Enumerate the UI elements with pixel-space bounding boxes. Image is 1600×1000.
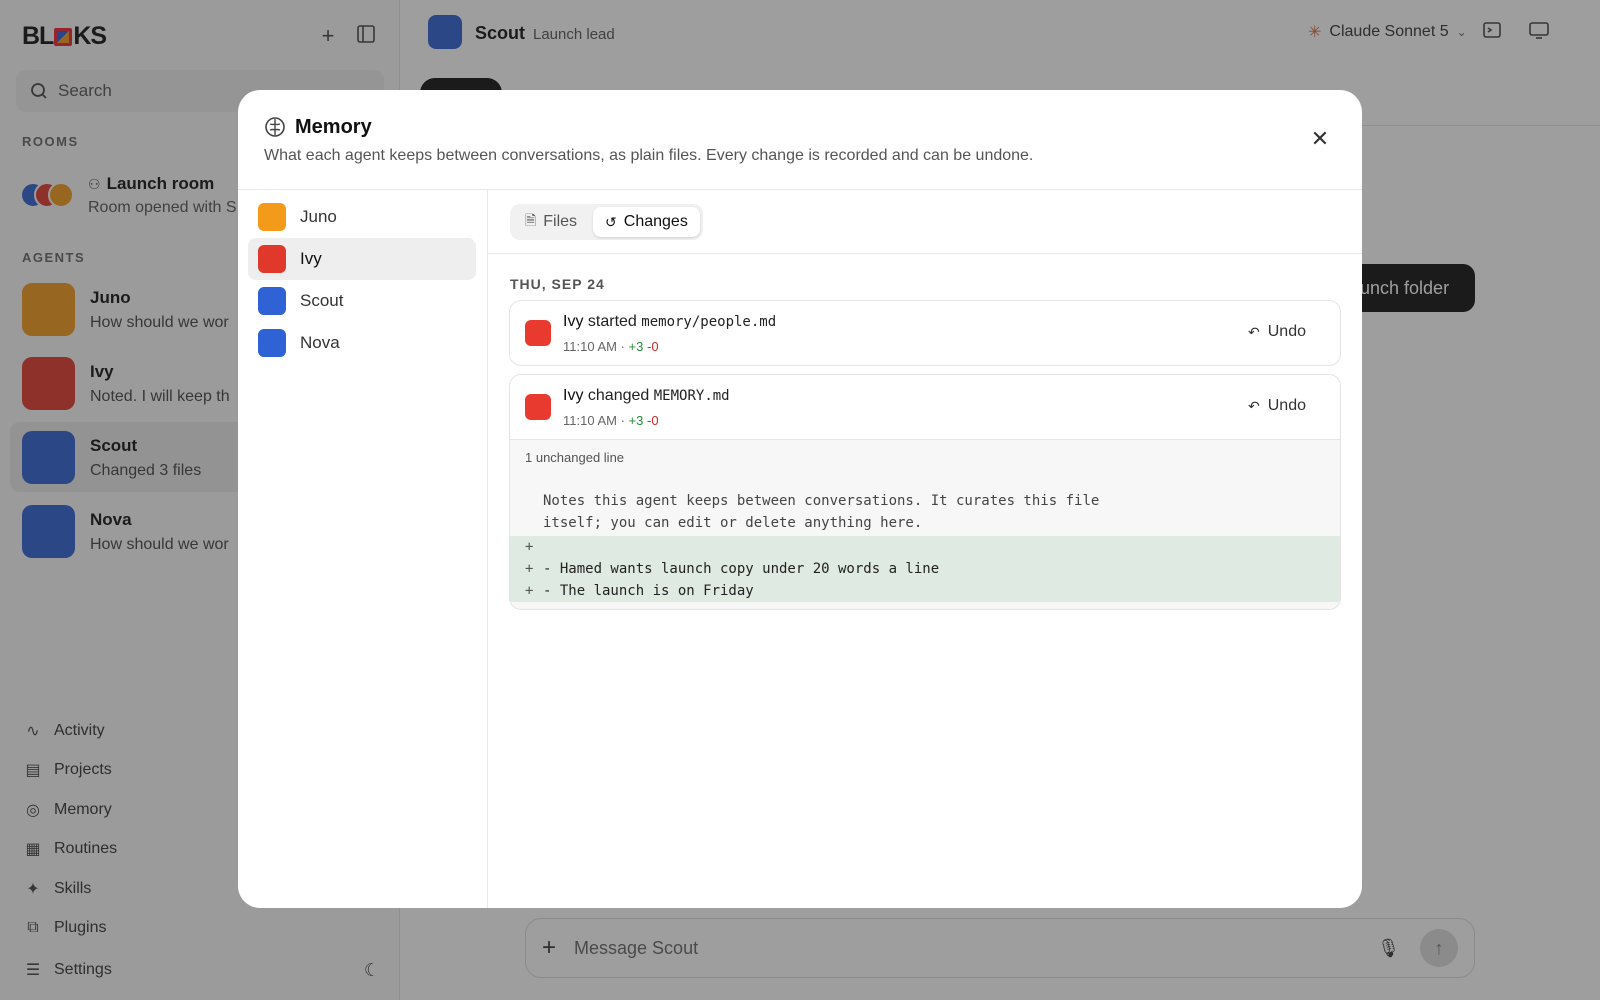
modal-title: Memory: [295, 116, 372, 138]
tab-changes[interactable]: ↺ Changes: [593, 207, 700, 237]
modal-header: Memory What each agent keeps between con…: [238, 90, 1362, 190]
change-agent: Ivy: [563, 313, 584, 330]
memory-agent-nova[interactable]: Nova: [248, 322, 476, 364]
lines-added: +3: [628, 339, 644, 354]
change-card: Ivy changed MEMORY.md 11:10 AM · +3 -0 ↶…: [509, 374, 1341, 610]
scout-avatar: [258, 287, 286, 315]
file-icon: 🗎: [525, 212, 537, 228]
lines-removed: -0: [646, 413, 659, 428]
ivy-avatar: [258, 245, 286, 273]
agent-label: Scout: [300, 291, 344, 310]
change-file: MEMORY.md: [653, 388, 730, 404]
diff-added-line: + - The launch is on Friday: [510, 580, 1340, 602]
tab-files[interactable]: 🗎 Files: [513, 207, 589, 237]
ivy-avatar: [525, 394, 551, 420]
undo-label: Undo: [1267, 323, 1306, 340]
memory-agent-ivy[interactable]: Ivy: [248, 238, 476, 280]
memory-tabs: 🗎 Files ↺ Changes: [510, 204, 703, 240]
diff-added-line: +: [510, 536, 1340, 558]
tab-label: Changes: [623, 213, 688, 230]
change-card: Ivy started memory/people.md 11:10 AM · …: [509, 300, 1341, 366]
memory-agent-scout[interactable]: Scout: [248, 280, 476, 322]
close-icon[interactable]: ✕: [1308, 128, 1332, 152]
lines-added: +3: [628, 413, 644, 428]
undo-button[interactable]: ↶ Undo: [1248, 397, 1306, 415]
change-file: memory/people.md: [641, 314, 777, 330]
undo-label: Undo: [1267, 397, 1306, 414]
juno-avatar: [258, 203, 286, 231]
agent-label: Ivy: [300, 249, 322, 268]
change-title: Ivy started memory/people.md: [563, 313, 776, 331]
diff-added-line: + - Hamed wants launch copy under 20 word…: [510, 558, 1340, 580]
undo-icon: ↶: [1248, 323, 1260, 340]
tab-label: Files: [543, 213, 578, 230]
undo-button[interactable]: ↶ Undo: [1248, 323, 1306, 341]
history-icon: ↺: [605, 213, 617, 230]
change-meta: 11:10 AM · +3 -0: [563, 339, 659, 354]
change-date: THU, SEP 24: [510, 276, 605, 292]
nova-avatar: [258, 329, 286, 357]
memory-agent-list: Juno Ivy Scout Nova: [238, 190, 488, 908]
change-agent: Ivy: [563, 387, 584, 404]
tab-divider: [488, 253, 1362, 254]
change-title: Ivy changed MEMORY.md: [563, 387, 730, 405]
modal-subtitle: What each agent keeps between conversati…: [264, 147, 1034, 164]
agent-label: Nova: [300, 333, 340, 352]
change-verb: changed: [587, 387, 650, 404]
unchanged-lines-toggle[interactable]: 1 unchanged line: [525, 450, 624, 465]
ivy-avatar: [525, 320, 551, 346]
change-time: 11:10 AM ·: [563, 413, 625, 428]
change-meta: 11:10 AM · +3 -0: [563, 413, 659, 428]
diff-context-line: Notes this agent keeps between conversat…: [543, 493, 1100, 509]
brain-icon: [264, 116, 286, 138]
memory-modal: Memory What each agent keeps between con…: [238, 90, 1362, 908]
agent-label: Juno: [300, 207, 337, 226]
diff-view: 1 unchanged line Notes this agent keeps …: [510, 439, 1340, 609]
undo-icon: ↶: [1248, 397, 1260, 414]
diff-context-line: itself; you can edit or delete anything …: [543, 515, 923, 531]
change-time: 11:10 AM ·: [563, 339, 625, 354]
memory-agent-juno[interactable]: Juno: [248, 196, 476, 238]
change-verb: started: [587, 313, 637, 330]
lines-removed: -0: [646, 339, 659, 354]
